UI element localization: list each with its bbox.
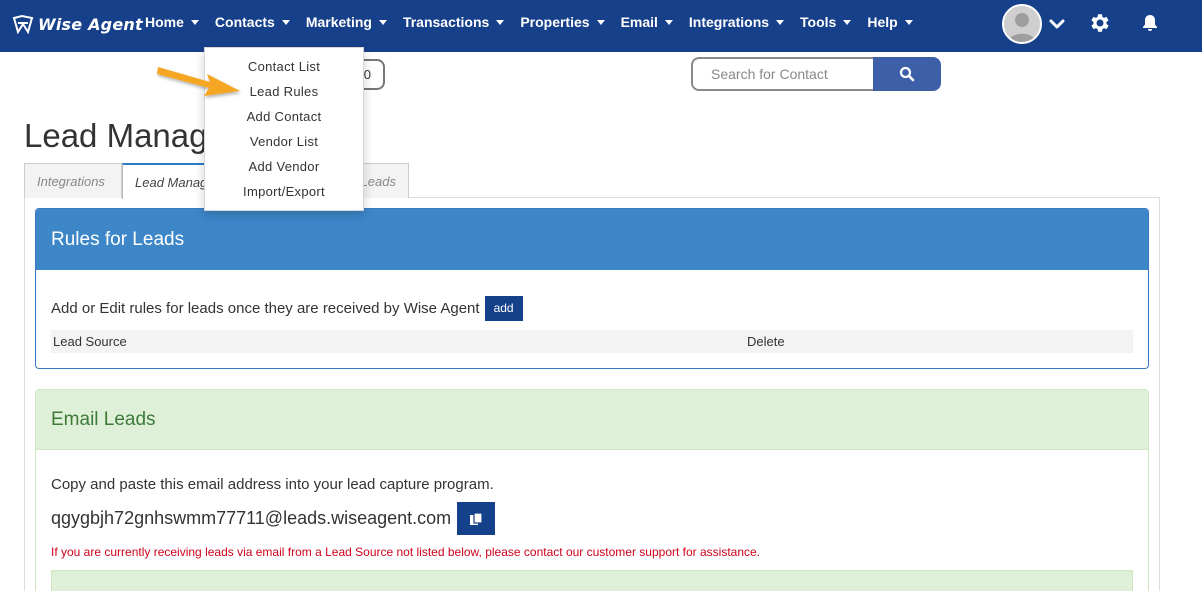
gear-icon[interactable] [1088,11,1112,35]
user-silhouette-icon [1004,6,1040,42]
pointer-arrow-icon [157,67,240,96]
rules-table-header: Lead Source Delete [51,330,1133,353]
copy-email-button[interactable] [457,502,496,535]
email-address-row: qgygbjh72gnhswmm77711@leads.wiseagent.co… [51,502,496,535]
tab-integrations[interactable]: Integrations [24,163,122,198]
add-rule-button[interactable]: add [484,296,523,321]
rules-panel-title: Rules for Leads [36,209,1148,270]
caret-down-icon [596,19,605,25]
search-input[interactable] [691,57,873,91]
chevron-down-icon[interactable] [1048,16,1066,32]
contact-search [691,57,941,91]
menu-item-add-vendor[interactable]: Add Vendor [205,154,363,179]
email-instruction: Copy and paste this email address into y… [51,476,494,493]
tab-leads-label: Leads [360,174,396,189]
nav-contacts-label: Contacts [214,14,275,30]
top-navbar: Wise Agent Home Contacts Marketing Trans… [0,0,1202,52]
caret-down-icon [190,19,199,25]
nav-properties[interactable]: Properties [512,14,612,30]
main-nav: Home Contacts Marketing Transactions Pro… [137,0,921,44]
brand-logo[interactable]: Wise Agent [12,12,143,36]
email-leads-panel: Email Leads Copy and paste this email ad… [35,389,1149,591]
nav-transactions-label: Transactions [402,14,490,30]
nav-properties-label: Properties [520,14,590,30]
bell-icon[interactable] [1140,13,1160,33]
caret-down-icon [281,19,290,25]
nav-home-label: Home [145,14,184,30]
nav-transactions[interactable]: Transactions [395,14,512,30]
caret-down-icon [664,19,673,25]
nav-integrations[interactable]: Integrations [681,14,792,30]
nav-email-label: Email [620,14,658,30]
search-icon [899,66,915,82]
nav-help[interactable]: Help [859,14,920,30]
caret-down-icon [904,19,913,25]
column-delete: Delete [747,334,785,349]
page-title: Lead Manag [24,117,208,154]
nav-marketing[interactable]: Marketing [298,14,395,30]
column-lead-source: Lead Source [53,334,127,349]
rules-description: Add or Edit rules for leads once they ar… [51,300,480,317]
menu-item-vendor-list[interactable]: Vendor List [205,129,363,154]
lead-source-warning: If you are currently receiving leads via… [51,545,761,559]
caret-down-icon [496,19,505,25]
nav-tools-label: Tools [800,14,837,30]
user-avatar[interactable] [1002,4,1042,44]
nav-marketing-label: Marketing [305,14,372,30]
caret-down-icon [776,19,785,25]
menu-item-add-contact[interactable]: Add Contact [205,104,363,129]
nav-integrations-label: Integrations [688,14,770,30]
nav-home[interactable]: Home [137,14,207,30]
caret-down-icon [843,19,852,25]
nav-help-label: Help [867,14,898,30]
wise-agent-logo-icon [12,14,34,34]
nav-contacts[interactable]: Contacts [207,14,298,30]
lead-email-address[interactable]: qgygbjh72gnhswmm77711@leads.wiseagent.co… [51,508,451,529]
email-panel-title: Email Leads [36,390,1148,450]
nav-email[interactable]: Email [613,14,681,30]
menu-item-import-export[interactable]: Import/Export [205,179,363,204]
lead-sources-box [51,570,1133,591]
caret-down-icon [378,19,387,25]
copy-icon [470,511,483,525]
rules-for-leads-panel: Rules for Leads Add or Edit rules for le… [35,208,1149,369]
search-button[interactable] [873,57,941,91]
brand-name: Wise Agent [38,14,143,34]
nav-tools[interactable]: Tools [792,14,859,30]
rules-description-row: Add or Edit rules for leads once they ar… [51,296,523,321]
